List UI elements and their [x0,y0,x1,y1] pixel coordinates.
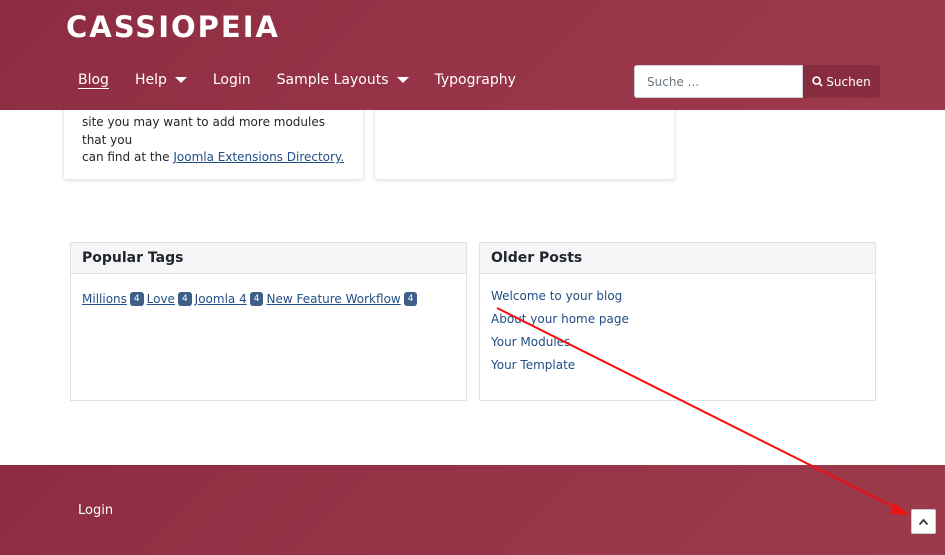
post-link-about-home[interactable]: About your home page [491,312,629,335]
tag-count-badge: 4 [249,292,264,306]
tag-count-badge: 4 [177,292,192,306]
nav-item-help[interactable]: Help [135,72,187,88]
post-link-template[interactable]: Your Template [491,358,629,381]
nav-item-login[interactable]: Login [213,72,251,88]
older-posts-list: Welcome to your blog About your home pag… [491,289,629,381]
tag-link-love[interactable]: Love [147,292,175,306]
tag-count-badge: 4 [403,292,418,306]
joomla-extensions-directory-link[interactable]: Joomla Extensions Directory. [173,150,344,164]
search-button-label: Suchen [826,74,871,89]
card-text-prefix: can find at the [82,150,174,164]
tag-count-badge: 4 [129,292,144,306]
nav-item-sample-layouts-label: Sample Layouts [276,72,389,88]
popular-tags-module: Popular Tags Millions 4 Love 4 Joomla 44 N… [70,242,467,401]
nav-item-sample-layouts[interactable]: Sample Layouts [277,72,409,88]
card-text-line2: can find at the Joomla Extensions Direct… [82,149,352,167]
tag-link-millions[interactable]: Millions [82,292,127,306]
site-header: CASSIOPEIA Blog Help Login Sample Layout… [0,0,945,110]
back-to-top-button[interactable] [911,509,936,534]
search-icon [812,76,823,87]
tag-list: Millions 4 Love 4 Joomla 44 New Feature Wo… [82,292,420,306]
chevron-up-icon [918,518,929,525]
caret-down-icon[interactable] [396,77,409,83]
caret-down-icon[interactable] [174,77,187,83]
footer-login-link[interactable]: Login [78,503,113,518]
tag-link-new-feature-workflow[interactable]: New Feature Workflow [266,292,400,306]
popular-tags-title: Popular Tags [71,243,466,274]
search-button[interactable]: Suchen [803,65,880,98]
tag-link-joomla-4[interactable]: Joomla 4 [195,292,247,306]
older-posts-module: Older Posts Welcome to your blog About y… [479,242,876,401]
post-link-modules[interactable]: Your Modules [491,335,629,358]
post-link-welcome[interactable]: Welcome to your blog [491,289,629,312]
nav-item-typography[interactable]: Typography [435,72,516,88]
card-text-line1: site you may want to add more modules th… [82,115,325,147]
search-input[interactable] [634,65,803,98]
site-brand[interactable]: CASSIOPEIA [66,10,280,44]
nav-item-help-label: Help [134,72,167,88]
main-nav: Blog Help Login Sample Layouts Typograph… [78,72,542,88]
older-posts-title: Older Posts [480,243,875,274]
site-footer: Login [0,465,945,555]
nav-item-blog[interactable]: Blog [78,72,109,88]
